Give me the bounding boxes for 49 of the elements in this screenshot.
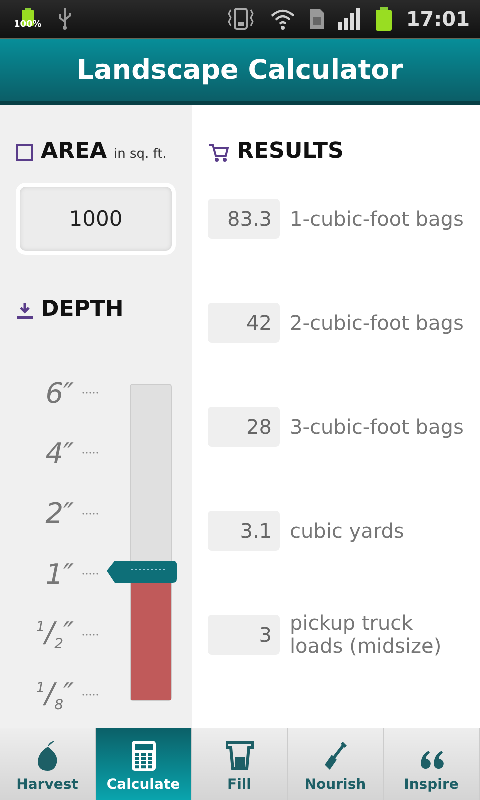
battery-icon xyxy=(376,7,392,31)
app-title: Landscape Calculator xyxy=(76,54,404,86)
section-title: AREA xyxy=(41,139,108,164)
sim-card-icon xyxy=(310,9,324,29)
depth-tick-label: 4″ xyxy=(46,436,74,470)
result-value: 3.1 xyxy=(208,511,280,551)
result-label: pickup truck loads (midsize) xyxy=(290,612,443,658)
nav-tab[interactable]: Inspire xyxy=(384,728,480,800)
depth-tick-label: 6″ xyxy=(46,376,74,410)
result-label: 3-cubic-foot bags xyxy=(290,416,465,438)
vibrate-icon xyxy=(226,7,256,31)
tick-dots xyxy=(82,694,100,696)
result-label: 1-cubic-foot bags xyxy=(290,208,465,230)
square-icon xyxy=(16,144,34,162)
depth-tick-label: 1″ xyxy=(46,558,74,591)
quote-icon xyxy=(418,749,444,771)
nav-tab[interactable]: Nourish xyxy=(288,728,384,800)
result-value: 3 xyxy=(208,615,280,655)
wifi-icon xyxy=(270,8,296,30)
result-label: cubic yards xyxy=(290,520,406,542)
download-icon xyxy=(16,302,34,320)
result-value: 28 xyxy=(208,407,280,447)
depth-tick-label: $^{1}$/$_{2}$″ xyxy=(36,616,74,653)
slider-handle[interactable] xyxy=(107,558,177,583)
result-value: 83.3 xyxy=(208,199,280,239)
tick-dots xyxy=(82,512,100,515)
tick-dots xyxy=(82,392,100,394)
tick-dots xyxy=(82,634,100,636)
area-input-field[interactable]: 1000 xyxy=(16,183,176,255)
depth-tick-label: $^{1}$/$_{8}$″ xyxy=(36,676,74,714)
signal-icon xyxy=(338,8,362,30)
result-value: 42 xyxy=(208,303,280,343)
nav-tab[interactable]: Calculate xyxy=(96,728,192,800)
nav-tab[interactable]: Harvest xyxy=(0,728,96,800)
battery-percent: 100% xyxy=(14,20,42,30)
tick-dots xyxy=(82,452,100,454)
unit-label: in sq. ft. xyxy=(114,147,167,162)
cup-icon xyxy=(226,741,254,771)
calculator-icon xyxy=(132,741,156,771)
tick-dots xyxy=(82,573,100,576)
clock: 17:01 xyxy=(406,7,470,31)
nav-tab[interactable]: Fill xyxy=(192,728,288,800)
section-title: RESULTS xyxy=(237,139,344,164)
depth-tick-label: 2″ xyxy=(46,497,74,530)
shovel-icon xyxy=(324,741,348,771)
section-title: DEPTH xyxy=(41,297,124,322)
cart-icon xyxy=(208,143,230,163)
usb-icon xyxy=(58,8,72,30)
result-label: 2-cubic-foot bags xyxy=(290,312,465,334)
